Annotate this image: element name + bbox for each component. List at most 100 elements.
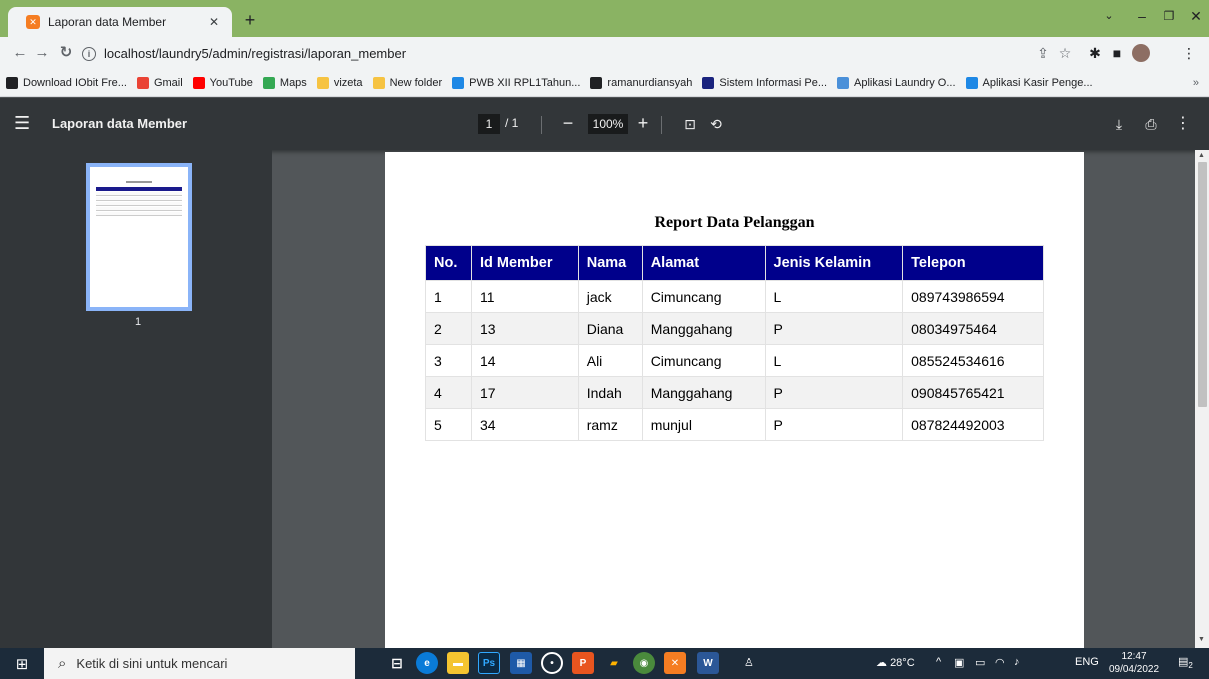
kebab-menu-icon[interactable]: ⋮ [1180,44,1198,62]
scroll-down-arrow-icon[interactable]: ▼ [1198,636,1205,643]
table-cell: 3 [425,344,472,377]
bookmark-item[interactable]: Aplikasi Kasir Penge... [965,77,1093,89]
photoshop-icon[interactable]: Ps [478,652,500,674]
bookmark-item[interactable]: YouTube [192,77,253,89]
page-total: / 1 [505,116,519,130]
wifi-icon[interactable]: ◠ [995,656,1005,669]
volume-icon[interactable]: ♪ [1014,656,1020,668]
table-row: 4 17 Indah Manggahang P 090845765421 [425,376,1044,409]
taskbar-clock[interactable]: 12:47 09/04/2022 [1106,650,1162,676]
profile-avatar[interactable] [1132,44,1150,62]
report-title: Report Data Pelanggan [654,214,815,231]
scroll-up-arrow-icon[interactable]: ▲ [1198,152,1205,159]
bookmark-item[interactable]: New folder [372,77,442,89]
xampp-icon[interactable]: ✕ [664,652,686,674]
table-cell: 08034975464 [902,312,1044,345]
search-placeholder: Ketik di sini untuk mencari [76,656,228,671]
microsoft-store-icon[interactable]: ▦ [510,652,532,674]
bookmarks-overflow-icon[interactable]: » [1193,77,1199,89]
zoom-in-button[interactable]: + [634,112,652,134]
table-header-cell: Telepon [902,245,1044,281]
weather-widget[interactable]: ☁ 28°C [876,656,915,669]
tab-close-icon[interactable]: ✕ [206,15,222,29]
scrollbar-thumb[interactable] [1198,162,1207,407]
download-icon[interactable]: ⤓ [1109,114,1129,134]
windows-taskbar: ⊞ ⌕ Ketik di sini untuk mencari ⊟ e ▬ Ps… [0,648,1209,679]
powerpoint-icon[interactable]: P [572,652,594,674]
new-tab-button[interactable]: + [238,9,262,33]
table-header-cell: Nama [577,245,643,281]
vertical-scrollbar[interactable]: ▲ ▼ [1195,150,1209,648]
bookmark-item[interactable]: Gmail [136,77,183,89]
tray-app-icon[interactable]: ▣ [954,656,964,669]
page-thumbnail[interactable] [86,163,192,311]
minimize-button[interactable]: – [1127,6,1157,26]
edge-browser-icon[interactable]: e [416,652,438,674]
site-info-icon[interactable]: i [82,46,96,61]
restore-button[interactable]: ❐ [1154,6,1184,26]
browser-toolbar: ← → ↻ i localhost/laundry5/admin/registr… [0,37,1209,70]
youtube-icon [192,77,205,89]
browser-tab-active[interactable]: ✕ Laporan data Member ✕ [8,7,232,37]
close-window-button[interactable]: ✕ [1181,6,1209,26]
fit-page-icon[interactable]: ⊡ [680,114,700,134]
more-options-icon[interactable]: ⋮ [1173,114,1193,134]
tray-overflow-icon[interactable]: ^ [936,656,941,668]
hamburger-menu-icon[interactable]: ☰ [14,113,30,133]
pdf-toolbar: ☰ Laporan data Member 1 / 1 − 100% + ⊡ ⟲… [0,98,1209,150]
network-icon[interactable]: ▭ [975,656,985,669]
rotate-icon[interactable]: ⟲ [706,114,726,134]
d-app-icon [702,77,715,89]
notification-center-icon[interactable]: ▤2 [1178,655,1193,670]
table-header-cell: No. [425,245,472,281]
bookmark-item[interactable]: vizeta [316,77,363,89]
browser-tab-strip: ✕ Laporan data Member ✕ + ⌄ – ❐ ✕ [0,0,1209,37]
bookmark-item[interactable]: PWB XII RPL1Tahun... [452,77,580,89]
tab-search-icon[interactable]: ⌄ [1094,6,1124,26]
side-panel-icon[interactable]: ■ [1108,44,1126,62]
people-icon[interactable]: ♙ [744,656,754,669]
search-icon: ⌕ [58,655,67,672]
table-cell: 34 [470,408,579,441]
file-explorer-icon[interactable]: ▬ [447,652,469,674]
forward-arrow-icon[interactable]: → [32,43,52,63]
gmail-icon [136,77,149,89]
task-view-icon[interactable]: ⊟ [386,652,408,674]
zoom-level-input[interactable]: 100% [588,114,628,134]
thumbnail-sidebar: 1 [0,150,272,648]
bookmark-label: vizeta [333,77,363,89]
table-cell: 1 [425,280,472,313]
chrome-browser-icon[interactable]: ◉ [633,652,655,674]
share-icon[interactable]: ⇪ [1034,44,1052,62]
media-app-icon[interactable]: ▰ [603,652,625,674]
extensions-puzzle-icon[interactable]: ✱ [1086,44,1104,62]
windows-start-icon[interactable]: ⊞ [0,648,44,679]
table-cell: 11 [470,280,579,313]
table-cell: 089743986594 [902,280,1044,313]
table-cell: P [764,312,904,345]
table-cell: Indah [577,376,643,409]
word-icon[interactable]: W [697,652,719,674]
bookmark-item[interactable]: Download IObit Fre... [6,77,127,89]
address-bar[interactable]: i localhost/laundry5/admin/registrasi/la… [82,41,1027,66]
bookmark-item[interactable]: Aplikasi Laundry O... [837,77,956,89]
bookmark-item[interactable]: Sistem Informasi Pe... [702,77,827,89]
table-cell: 2 [425,312,472,345]
bookmark-label: Gmail [153,77,183,89]
bookmark-item[interactable]: Maps [262,77,307,89]
report-table: No. Id Member Nama Alamat Jenis Kelamin Telep… [425,245,1044,441]
bookmark-item[interactable]: ramanurdiansyah [590,77,692,89]
back-arrow-icon[interactable]: ← [10,43,30,63]
bookmark-star-icon[interactable]: ☆ [1056,44,1074,62]
toolbar-divider [661,116,662,134]
zoom-out-button[interactable]: − [559,112,577,134]
page-number-input[interactable]: 1 [478,114,500,134]
bookmark-label: Aplikasi Kasir Penge... [982,77,1093,89]
table-cell: 17 [470,376,579,409]
input-language[interactable]: ENG [1075,656,1099,668]
reload-icon[interactable]: ↻ [56,43,76,63]
print-icon[interactable]: ⎙ [1141,114,1161,134]
taskbar-search-box[interactable]: ⌕ Ketik di sini untuk mencari [44,648,355,679]
table-cell: Diana [577,312,643,345]
obs-studio-icon[interactable]: • [541,652,563,674]
